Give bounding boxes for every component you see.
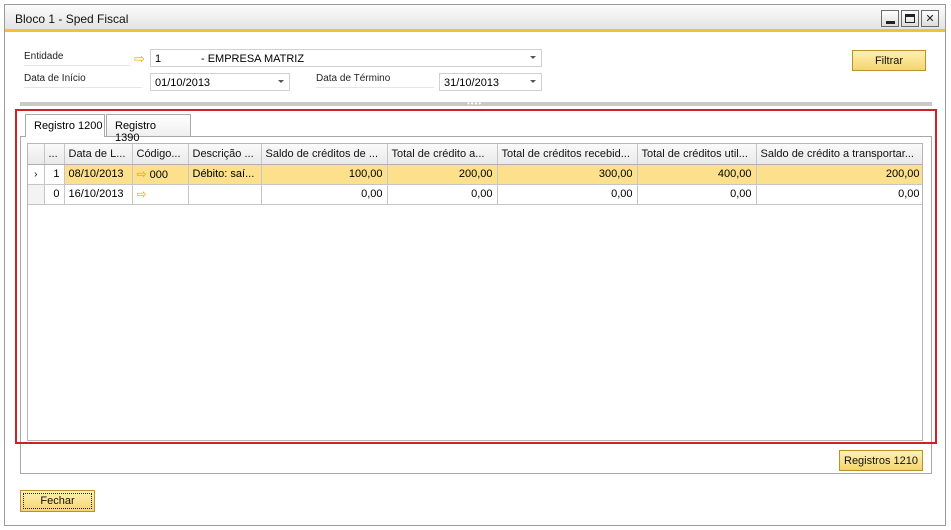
maximize-button[interactable] [901, 10, 919, 27]
entidade-link-arrow-icon[interactable]: ⇨ [134, 52, 145, 65]
registros-1210-button[interactable]: Registros 1210 [839, 450, 923, 471]
close-button[interactable]: ✕ [921, 10, 939, 27]
minimize-icon [885, 20, 895, 24]
grid-highlight-frame [15, 109, 937, 444]
data-termino-label: Data de Término [316, 73, 434, 88]
maximize-icon [905, 14, 915, 23]
chevron-down-icon [530, 56, 536, 59]
title-bar[interactable]: Bloco 1 - Sped Fiscal ✕ [5, 5, 945, 32]
entidade-name: - EMPRESA MATRIZ [201, 53, 305, 65]
chevron-down-icon [530, 80, 536, 83]
window-controls: ✕ [881, 10, 939, 27]
entidade-code: 1 [155, 53, 162, 65]
splitter-grip-icon[interactable]: •••• [467, 100, 482, 108]
close-icon: ✕ [925, 13, 935, 25]
filtrar-button[interactable]: Filtrar [852, 50, 926, 71]
data-termino-value: 31/10/2013 [444, 77, 500, 89]
window-title: Bloco 1 - Sped Fiscal [15, 12, 129, 26]
fechar-button[interactable]: Fechar [20, 490, 95, 512]
data-inicio-field[interactable]: 01/10/2013 [150, 73, 290, 91]
data-termino-field[interactable]: 31/10/2013 [439, 73, 542, 91]
entidade-label: Entidade [24, 51, 130, 66]
data-inicio-label: Data de Início [24, 73, 142, 88]
entidade-select[interactable]: 1 - EMPRESA MATRIZ [150, 49, 542, 67]
minimize-button[interactable] [881, 10, 899, 27]
data-inicio-value: 01/10/2013 [155, 77, 211, 89]
chevron-down-icon [278, 80, 284, 83]
